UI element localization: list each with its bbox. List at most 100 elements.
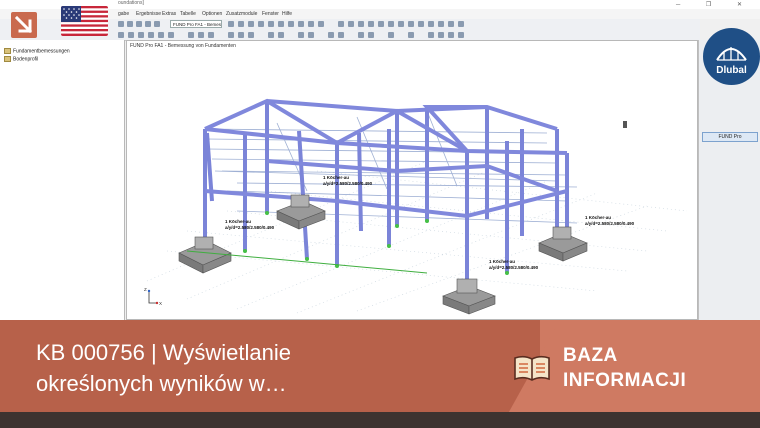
lock-icon[interactable] (408, 32, 414, 38)
menu-item-fenster[interactable]: Fenster (262, 11, 279, 17)
export-icon[interactable] (458, 32, 464, 38)
display-icon[interactable] (228, 32, 234, 38)
show-values-icon[interactable] (248, 21, 254, 27)
line-icon[interactable] (138, 32, 144, 38)
copy-icon[interactable] (418, 21, 424, 27)
info-icon[interactable] (388, 32, 394, 38)
member-icon[interactable] (148, 32, 154, 38)
results-icon[interactable] (238, 21, 244, 27)
layer-icon[interactable] (358, 32, 364, 38)
menu-bar: gabe Ergebnisse Extras Tabelle Optionen … (0, 9, 760, 19)
application-window: oundations] ─ ❐ ✕ gabe Ergebnisse Extras… (0, 0, 760, 320)
settings-icon[interactable] (338, 32, 344, 38)
frame-beams (204, 98, 568, 219)
new-icon[interactable] (118, 21, 124, 27)
camera-icon[interactable] (298, 32, 304, 38)
foundations (178, 194, 588, 315)
measure-icon[interactable] (378, 21, 384, 27)
animation-icon[interactable] (308, 32, 314, 38)
print-icon[interactable] (145, 21, 151, 27)
article-title[interactable]: KB 000756 | Wyświetlanie określonych wyn… (36, 337, 476, 399)
foundation-block (538, 226, 588, 262)
calculate-icon[interactable] (228, 21, 234, 27)
wireframe-icon[interactable] (348, 21, 354, 27)
guide-icon[interactable] (428, 32, 434, 38)
numbering-icon[interactable] (238, 32, 244, 38)
axis-label-z: Z (144, 287, 147, 292)
result-label-line1: 1 Köcher-au (489, 259, 515, 264)
result-label-line2: a/y/d=2.580/2.580/0.490 (489, 265, 539, 270)
dlubal-logo: Dlubal (703, 28, 760, 85)
check-icon[interactable] (328, 32, 334, 38)
menu-item-zusatzmodule[interactable]: Zusatzmodule (226, 11, 257, 17)
filter-icon[interactable] (258, 21, 264, 27)
ground-grid (146, 160, 688, 314)
nav-item-label: Bodenprofil (13, 56, 39, 63)
zoom-icon[interactable] (268, 21, 274, 27)
hourglass-icon (623, 121, 627, 128)
section-icon[interactable] (368, 21, 374, 27)
load-icon[interactable] (188, 32, 194, 38)
view-x-icon[interactable] (298, 21, 304, 27)
node-icon[interactable] (128, 32, 134, 38)
foundation-block (442, 278, 496, 315)
solid-icon[interactable] (358, 21, 364, 27)
snap-icon[interactable] (398, 21, 404, 27)
category-label[interactable]: BAZA INFORMACJI (563, 343, 686, 393)
result-label-line1: 1 Köcher-au (323, 175, 349, 180)
zoom-all-icon[interactable] (278, 21, 284, 27)
delete-icon[interactable] (408, 21, 414, 27)
menu-item-hilfe[interactable]: Hilfe (282, 11, 292, 17)
bottom-strip (0, 412, 760, 428)
menu-item-extras[interactable]: Extras (162, 11, 176, 17)
view-y-icon[interactable] (308, 21, 314, 27)
module-combo[interactable]: FUND Pro FA1 - Bemessung (170, 20, 222, 28)
menu-item-gabe[interactable]: gabe (118, 11, 129, 17)
axis-indicator (147, 289, 159, 305)
result-label-line2: a/y/d=2.580/2.580/0.490 (585, 221, 635, 226)
result-label-line1: 1 Köcher-au (225, 219, 251, 224)
clipping-icon[interactable] (368, 32, 374, 38)
view-iso-icon[interactable] (288, 21, 294, 27)
arrow-icon (11, 12, 37, 38)
category-line1: BAZA (563, 345, 618, 366)
nav-item-bodenprofil[interactable]: Bodenprofil (4, 56, 38, 62)
support-icon[interactable] (198, 32, 204, 38)
report-icon[interactable] (278, 32, 284, 38)
solid-tool-icon[interactable] (168, 32, 174, 38)
save-icon[interactable] (136, 21, 142, 27)
undo-icon[interactable] (154, 21, 160, 27)
us-flag-icon[interactable] (61, 6, 108, 36)
render-icon[interactable] (338, 21, 344, 27)
comment-icon[interactable] (448, 32, 454, 38)
window-title: oundations] (118, 0, 144, 6)
fund-pro-button[interactable]: FUND Pro (702, 132, 758, 142)
surface-icon[interactable] (158, 32, 164, 38)
table-icon[interactable] (268, 32, 274, 38)
nav-item-label: Fundamentbemessungen (13, 48, 70, 55)
article-title-line2: określonych wyników w… (36, 371, 287, 396)
mirror-icon[interactable] (448, 21, 454, 27)
menu-item-tabelle[interactable]: Tabelle (180, 11, 196, 17)
window-controls[interactable]: ─ ❐ ✕ (676, 1, 754, 8)
menu-item-optionen[interactable]: Optionen (202, 11, 222, 17)
help-icon[interactable] (458, 21, 464, 27)
structure-model: 1 Köcher-au a/y/d=2.580/2.580/0.490 1 Kö… (144, 98, 688, 315)
nav-item-fundamentbemessungen[interactable]: Fundamentbemessungen (4, 48, 70, 54)
hinge-icon[interactable] (208, 32, 214, 38)
rotate-icon[interactable] (438, 21, 444, 27)
dimension-icon[interactable] (438, 32, 444, 38)
bridge-icon (716, 47, 747, 61)
color-icon[interactable] (248, 32, 254, 38)
open-icon[interactable] (127, 21, 133, 27)
result-label-line1: 1 Köcher-au (585, 215, 611, 220)
menu-item-ergebnisse[interactable]: Ergebnisse (136, 11, 161, 17)
graphics-viewport[interactable]: FUND Pro FA1 - Bemessung von Fundamenten (126, 40, 698, 320)
view-z-icon[interactable] (318, 21, 324, 27)
select-icon[interactable] (118, 32, 124, 38)
move-icon[interactable] (428, 21, 434, 27)
axis-label-x: X (159, 301, 162, 306)
foundation-block (178, 236, 232, 274)
grid-icon[interactable] (388, 21, 394, 27)
result-label-line2: a/y/d=2.580/2.580/0.490 (323, 181, 373, 186)
